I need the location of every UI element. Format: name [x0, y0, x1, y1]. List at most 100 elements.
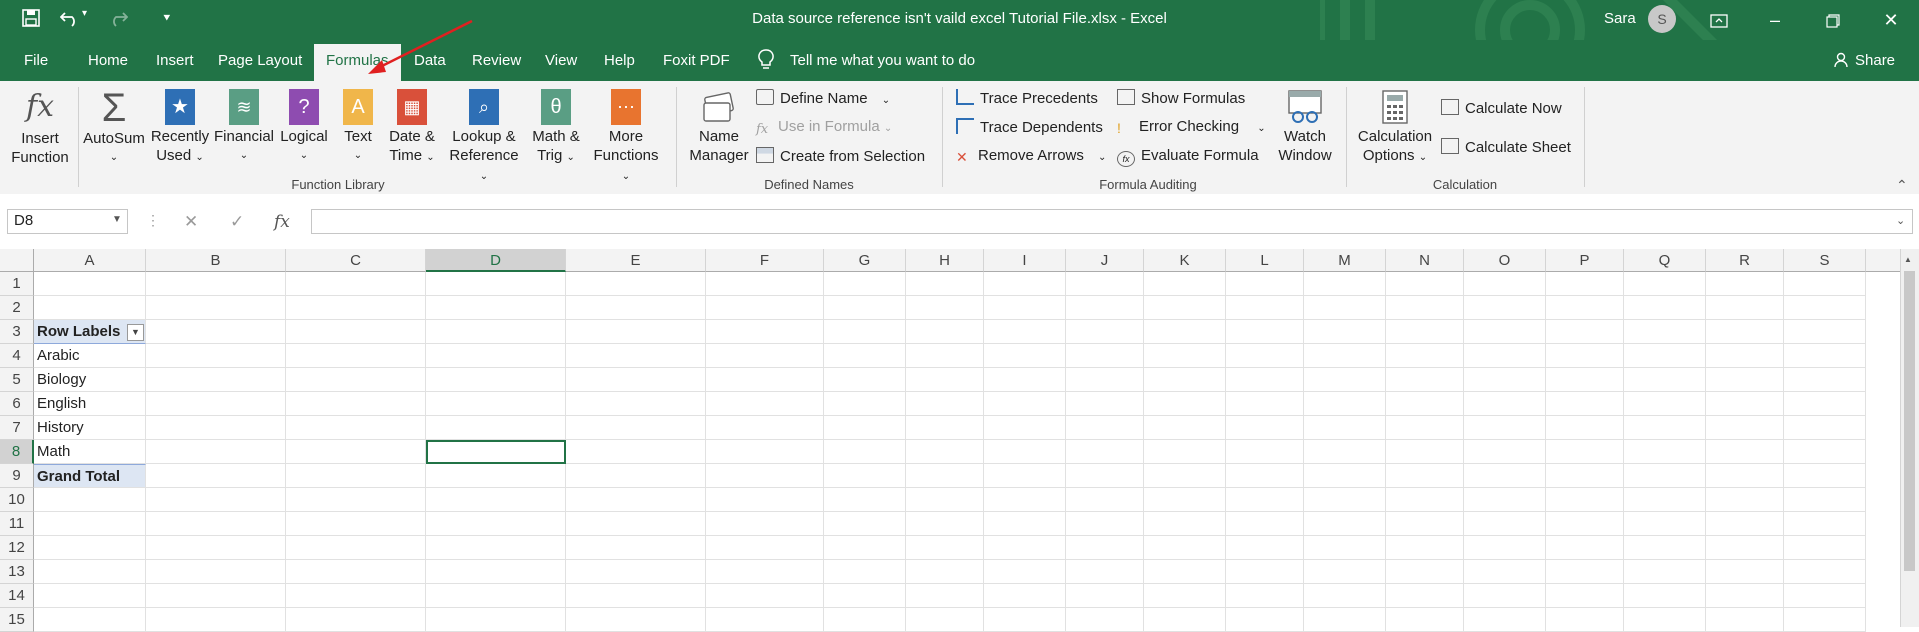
cell-n14[interactable]	[1386, 584, 1464, 608]
cell-c7[interactable]	[286, 416, 426, 440]
cell-f5[interactable]	[706, 368, 824, 392]
cell-n9[interactable]	[1386, 464, 1464, 488]
cell-l14[interactable]	[1226, 584, 1304, 608]
cell-h10[interactable]	[906, 488, 984, 512]
cell-n7[interactable]	[1386, 416, 1464, 440]
show-formulas-button[interactable]: Show Formulas	[1117, 89, 1245, 107]
row-header-5[interactable]: 5	[0, 368, 34, 392]
cell-e12[interactable]	[566, 536, 706, 560]
cell-e10[interactable]	[566, 488, 706, 512]
cell-q15[interactable]	[1624, 608, 1706, 632]
row-header-1[interactable]: 1	[0, 272, 34, 296]
cell-g9[interactable]	[824, 464, 906, 488]
cell-k2[interactable]	[1144, 296, 1226, 320]
cell-j7[interactable]	[1066, 416, 1144, 440]
cell-f13[interactable]	[706, 560, 824, 584]
cell-q1[interactable]	[1624, 272, 1706, 296]
cell-g2[interactable]	[824, 296, 906, 320]
cell-c4[interactable]	[286, 344, 426, 368]
cell-e8[interactable]	[566, 440, 706, 464]
cell-n10[interactable]	[1386, 488, 1464, 512]
cell-o4[interactable]	[1464, 344, 1546, 368]
column-header-m[interactable]: M	[1304, 249, 1386, 272]
cell-o15[interactable]	[1464, 608, 1546, 632]
cell-o7[interactable]	[1464, 416, 1546, 440]
cell-o12[interactable]	[1464, 536, 1546, 560]
cell-h2[interactable]	[906, 296, 984, 320]
cell-r15[interactable]	[1706, 608, 1784, 632]
column-header-o[interactable]: O	[1464, 249, 1546, 272]
undo-dropdown-icon[interactable]: ▾	[82, 8, 87, 19]
cell-j9[interactable]	[1066, 464, 1144, 488]
cell-e2[interactable]	[566, 296, 706, 320]
cell-l15[interactable]	[1226, 608, 1304, 632]
cell-n5[interactable]	[1386, 368, 1464, 392]
cell-f9[interactable]	[706, 464, 824, 488]
cell-b10[interactable]	[146, 488, 286, 512]
cell-q4[interactable]	[1624, 344, 1706, 368]
column-header-g[interactable]: G	[824, 249, 906, 272]
insert-function-icon[interactable]: fx	[274, 212, 290, 232]
pivot-item-row[interactable]: Arabic	[34, 344, 146, 368]
row-header-6[interactable]: 6	[0, 392, 34, 416]
cell-f12[interactable]	[706, 536, 824, 560]
row-header-9[interactable]: 9	[0, 464, 34, 488]
cell-l3[interactable]	[1226, 320, 1304, 344]
cell-o1[interactable]	[1464, 272, 1546, 296]
cell-j10[interactable]	[1066, 488, 1144, 512]
cell-s1[interactable]	[1784, 272, 1866, 296]
cell-g14[interactable]	[824, 584, 906, 608]
cell-q3[interactable]	[1624, 320, 1706, 344]
cell-q12[interactable]	[1624, 536, 1706, 560]
vertical-scrollbar[interactable]: ▲	[1900, 249, 1919, 627]
cell-k3[interactable]	[1144, 320, 1226, 344]
cell-a10[interactable]	[34, 488, 146, 512]
cell-s5[interactable]	[1784, 368, 1866, 392]
cell-p8[interactable]	[1546, 440, 1624, 464]
autosum-button[interactable]: Σ AutoSum ⌄	[82, 88, 146, 167]
cell-f3[interactable]	[706, 320, 824, 344]
cell-g4[interactable]	[824, 344, 906, 368]
trace-dependents-button[interactable]: Trace Dependents	[956, 118, 1103, 136]
scroll-up-icon[interactable]: ▲	[1904, 255, 1912, 264]
error-checking-button[interactable]: ! Error Checking ⌄	[1117, 118, 1266, 135]
cell-d4[interactable]	[426, 344, 566, 368]
column-header-r[interactable]: R	[1706, 249, 1784, 272]
cell-s10[interactable]	[1784, 488, 1866, 512]
cell-h5[interactable]	[906, 368, 984, 392]
cell-h4[interactable]	[906, 344, 984, 368]
cell-o2[interactable]	[1464, 296, 1546, 320]
pivot-grand-total[interactable]: Grand Total	[34, 464, 146, 488]
more-functions-button[interactable]: ⋯ More Functions ⌄	[588, 89, 664, 186]
cell-n11[interactable]	[1386, 512, 1464, 536]
cell-h15[interactable]	[906, 608, 984, 632]
cell-f11[interactable]	[706, 512, 824, 536]
cell-j14[interactable]	[1066, 584, 1144, 608]
cell-l10[interactable]	[1226, 488, 1304, 512]
cell-p3[interactable]	[1546, 320, 1624, 344]
row-header-7[interactable]: 7	[0, 416, 34, 440]
cell-g15[interactable]	[824, 608, 906, 632]
cell-a2[interactable]	[34, 296, 146, 320]
cell-s14[interactable]	[1784, 584, 1866, 608]
insert-function-button[interactable]: fx Insert Function	[8, 89, 72, 167]
cell-n4[interactable]	[1386, 344, 1464, 368]
cell-c2[interactable]	[286, 296, 426, 320]
cell-c11[interactable]	[286, 512, 426, 536]
cell-h13[interactable]	[906, 560, 984, 584]
cell-a1[interactable]	[34, 272, 146, 296]
name-box-dropdown-icon[interactable]: ▼	[112, 214, 122, 225]
cell-i14[interactable]	[984, 584, 1066, 608]
close-icon[interactable]: ✕	[1868, 6, 1914, 34]
cell-m1[interactable]	[1304, 272, 1386, 296]
cell-s12[interactable]	[1784, 536, 1866, 560]
calculate-sheet-button[interactable]: Calculate Sheet	[1441, 138, 1571, 156]
share-button[interactable]: Share	[1855, 52, 1895, 69]
cell-d13[interactable]	[426, 560, 566, 584]
cell-k9[interactable]	[1144, 464, 1226, 488]
cell-d15[interactable]	[426, 608, 566, 632]
cell-b13[interactable]	[146, 560, 286, 584]
cell-d12[interactable]	[426, 536, 566, 560]
cell-g7[interactable]	[824, 416, 906, 440]
cell-q5[interactable]	[1624, 368, 1706, 392]
